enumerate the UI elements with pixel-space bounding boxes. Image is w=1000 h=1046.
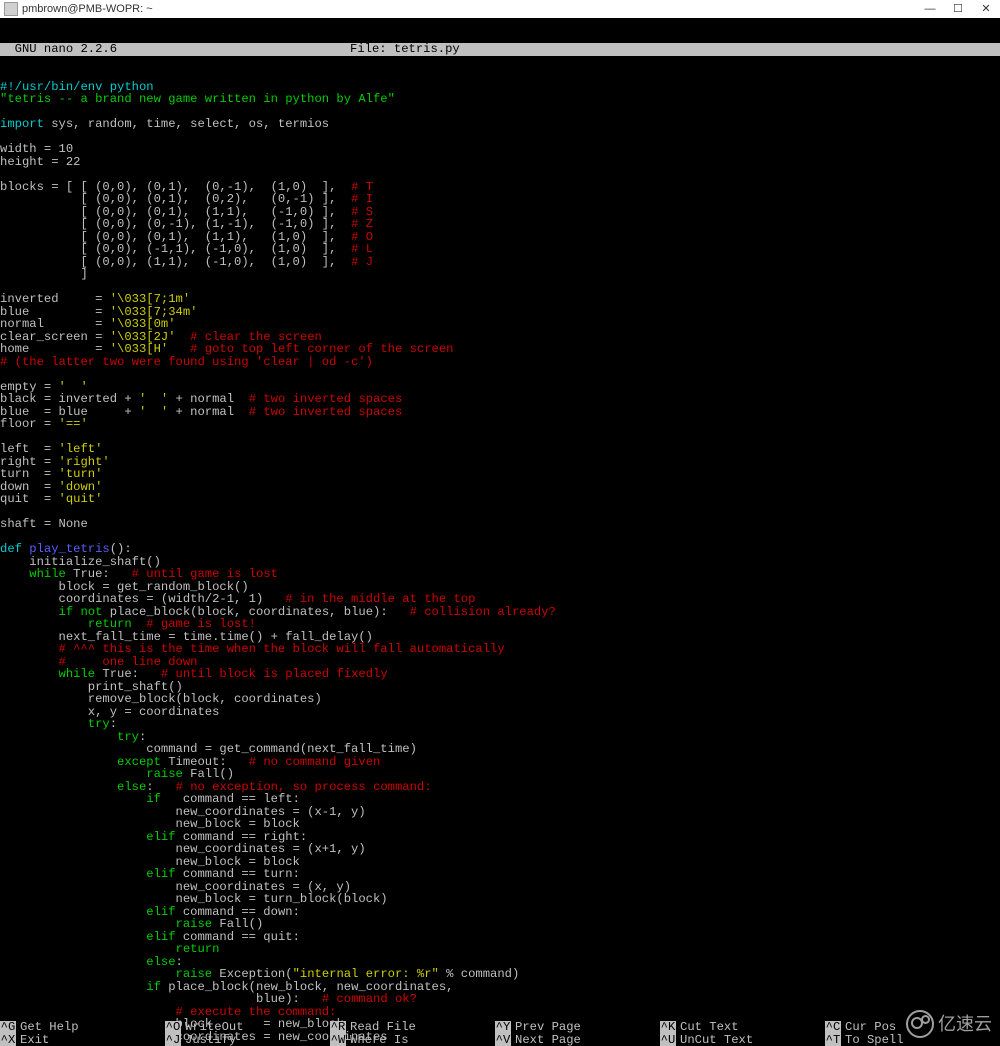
nano-version: GNU nano 2.2.6 [0,43,350,56]
watermark: 亿速云 [906,1010,992,1038]
nano-header: GNU nano 2.2.6File: tetris.py [0,43,1000,56]
menu-key: ^R [330,1021,346,1034]
menu-label: To Spell [845,1034,904,1046]
menu-label: Next Page [515,1034,581,1046]
menu-label: Cur Pos [845,1021,896,1034]
menu-label: Justify [185,1034,236,1046]
window-controls: — ☐ ✕ [916,0,1000,18]
menu-item-where-is[interactable]: ^W Where Is [330,1034,495,1046]
maximize-button[interactable]: ☐ [944,0,972,18]
menu-label: Exit [20,1034,49,1046]
window-titlebar: pmbrown@PMB-WOPR: ~ — ☐ ✕ [0,0,1000,18]
minimize-button[interactable]: — [916,0,944,18]
code-line: shaft = None [0,517,88,531]
menu-item-exit[interactable]: ^X Exit [0,1034,165,1046]
code-line: import sys, random, time, select, os, te… [0,117,329,131]
menu-key: ^O [165,1021,181,1034]
editor-content: GNU nano 2.2.6File: tetris.py #!/usr/bin… [0,31,1000,1044]
code-line: height = 22 [0,155,80,169]
menu-label: UnCut Text [680,1034,753,1046]
menu-key: ^U [660,1034,676,1046]
watermark-text: 亿速云 [938,1018,992,1031]
menu-key: ^C [825,1021,841,1034]
menu-key: ^X [0,1034,16,1046]
code-line: ] [0,267,88,281]
nano-filename: File: tetris.py [350,43,1000,56]
close-button[interactable]: ✕ [972,0,1000,18]
menu-item-next-page[interactable]: ^V Next Page [495,1034,660,1046]
window-title: pmbrown@PMB-WOPR: ~ [22,3,916,15]
menu-key: ^G [0,1021,16,1034]
menu-key: ^Y [495,1021,511,1034]
menu-label: Prev Page [515,1021,581,1034]
menu-item-uncut-text[interactable]: ^U UnCut Text [660,1034,825,1046]
menu-key: ^W [330,1034,346,1046]
watermark-icon [906,1010,934,1038]
code-docstring: "tetris -- a brand new game written in p… [0,92,395,106]
code-line: # (the latter two were found using 'clea… [0,355,373,369]
menu-key: ^T [825,1034,841,1046]
menu-item-writeout[interactable]: ^O WriteOut [165,1021,330,1034]
menu-item-get-help[interactable]: ^G Get Help [0,1021,165,1034]
menu-label: Read File [350,1021,416,1034]
menu-label: WriteOut [185,1021,244,1034]
menu-label: Cut Text [680,1021,739,1034]
code-line: floor = '==' [0,417,88,431]
menu-key: ^K [660,1021,676,1034]
menu-label: Where Is [350,1034,409,1046]
code-line: quit = 'quit' [0,492,102,506]
menu-item-cut-text[interactable]: ^K Cut Text [660,1021,825,1034]
app-icon [4,2,18,16]
menu-key: ^V [495,1034,511,1046]
menu-key: ^J [165,1034,181,1046]
nano-menu: ^G Get Help ^O WriteOut ^R Read File ^Y Prev Pa… [0,1021,1000,1046]
menu-item-justify[interactable]: ^J Justify [165,1034,330,1046]
menu-item-prev-page[interactable]: ^Y Prev Page [495,1021,660,1034]
terminal-viewport[interactable]: GNU nano 2.2.6File: tetris.py #!/usr/bin… [0,18,1000,1046]
menu-label: Get Help [20,1021,79,1034]
menu-item-read-file[interactable]: ^R Read File [330,1021,495,1034]
